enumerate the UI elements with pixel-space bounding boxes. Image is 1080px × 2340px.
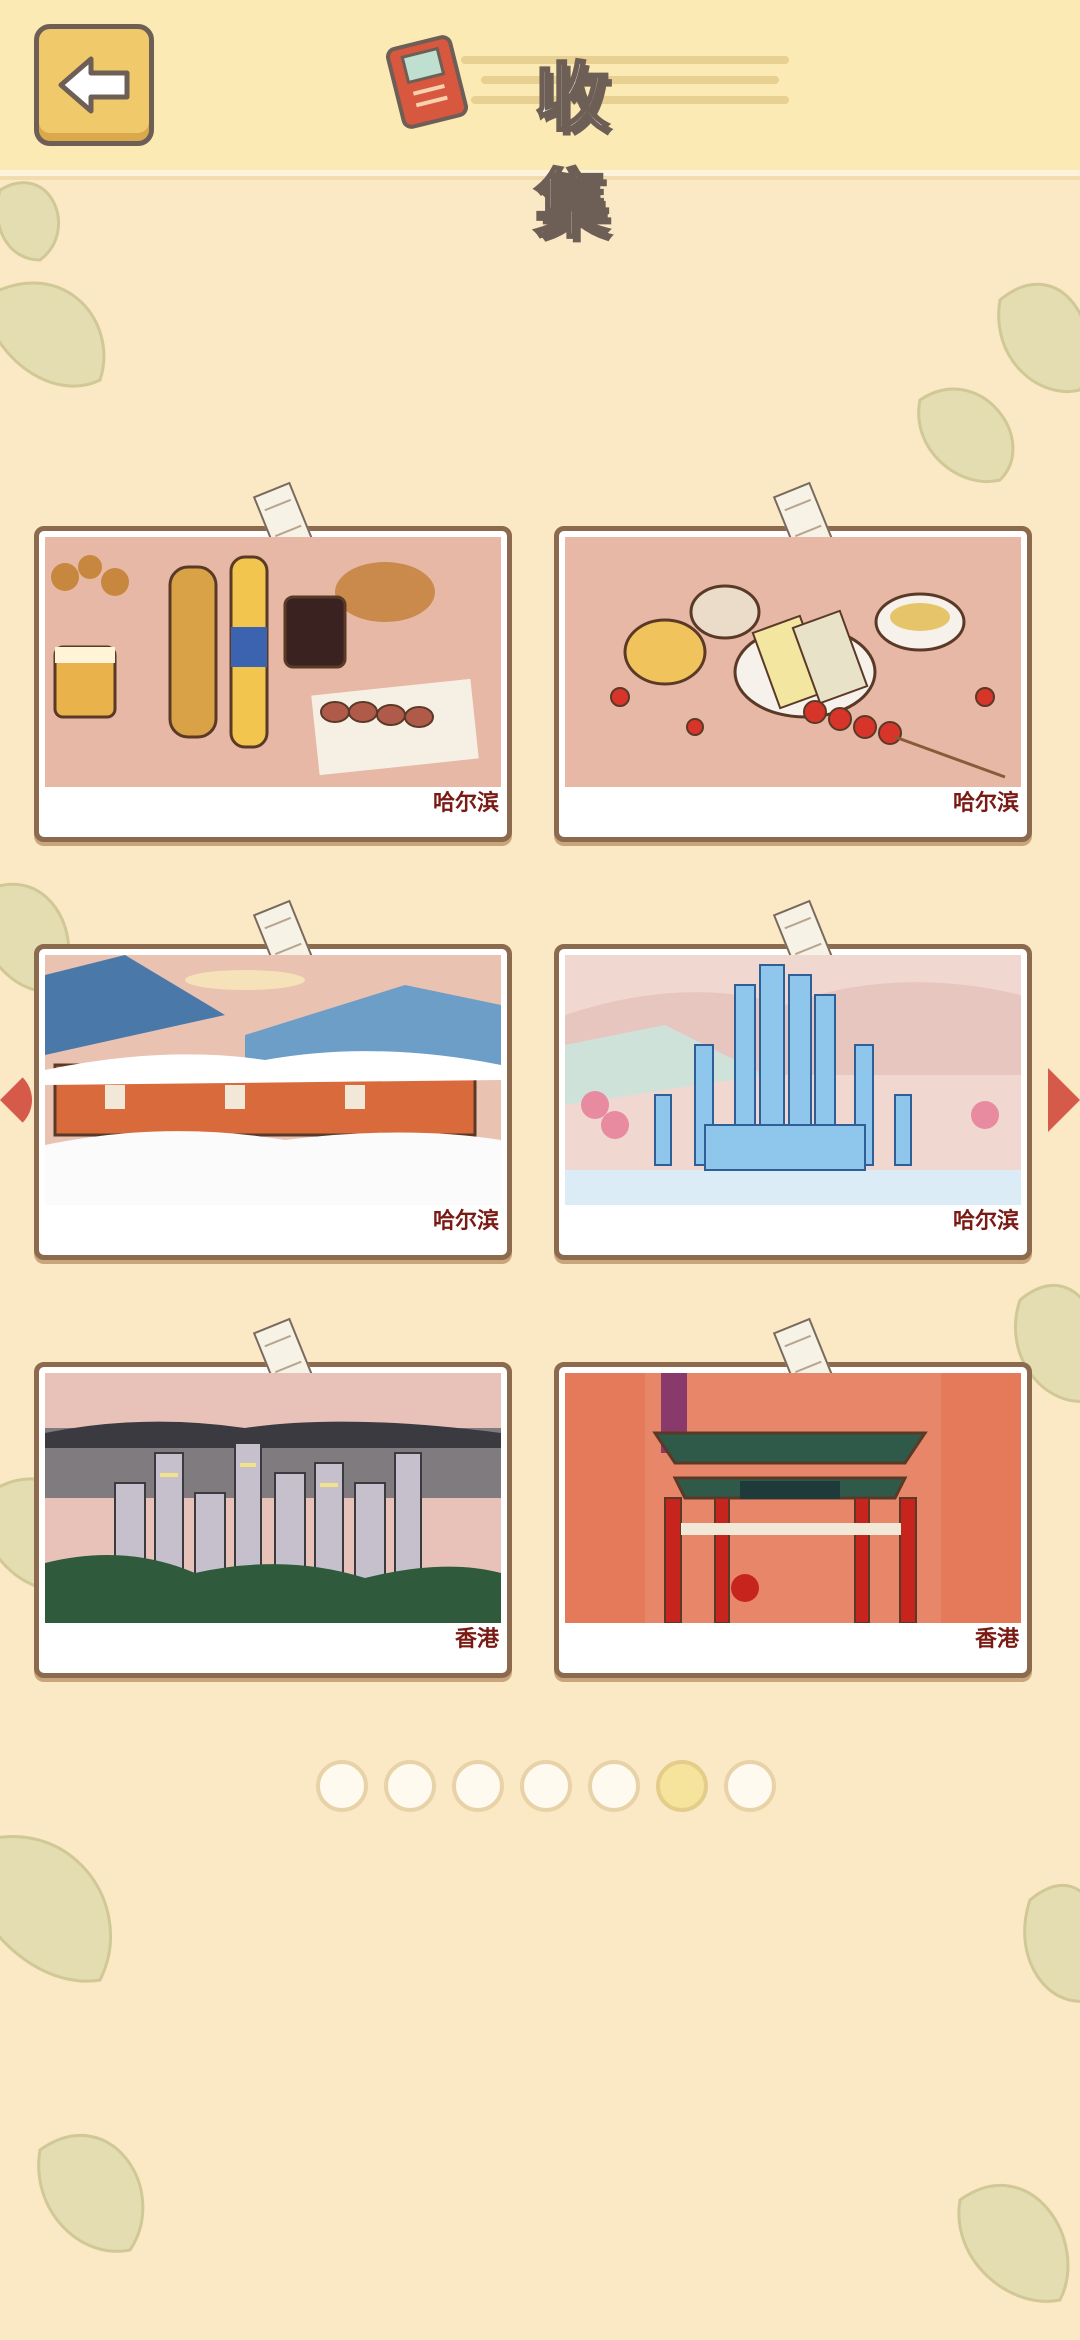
page-indicator (316, 1760, 776, 1812)
page-dot-active[interactable] (656, 1760, 708, 1812)
collection-card[interactable]: 香港 (554, 1317, 1032, 1678)
card-label: 香港 (454, 1626, 499, 1652)
card-label: 哈尔滨 (952, 790, 1019, 816)
collection-card[interactable]: 哈尔滨 (34, 481, 512, 842)
card-label: 哈尔滨 (432, 1208, 499, 1234)
card-illustration (45, 955, 501, 1205)
page-dot[interactable] (588, 1760, 640, 1812)
collection-card[interactable]: 哈尔滨 (34, 899, 512, 1260)
back-button[interactable] (34, 24, 154, 146)
card-label: 哈尔滨 (952, 1208, 1019, 1234)
card-illustration (565, 1373, 1021, 1623)
page-dot[interactable] (724, 1760, 776, 1812)
title-text: 收 集 (534, 54, 653, 250)
collection-card[interactable]: 香港 (34, 1317, 512, 1678)
page-dot[interactable] (316, 1760, 368, 1812)
album-book-icon (385, 35, 469, 129)
arrow-left-icon (58, 56, 130, 114)
page-dot[interactable] (452, 1760, 504, 1812)
collection-card[interactable]: 哈尔滨 (554, 481, 1032, 842)
page-title: 收 集 (385, 28, 805, 250)
card-illustration (45, 1373, 501, 1623)
page-dot[interactable] (384, 1760, 436, 1812)
card-label: 哈尔滨 (432, 790, 499, 816)
card-label: 香港 (974, 1626, 1019, 1652)
card-illustration (45, 537, 501, 787)
top-bar: 收 集 (0, 0, 1080, 250)
card-illustration (565, 955, 1021, 1205)
collection-card[interactable]: 哈尔滨 (554, 899, 1032, 1260)
card-illustration (565, 537, 1021, 787)
page-dot[interactable] (520, 1760, 572, 1812)
